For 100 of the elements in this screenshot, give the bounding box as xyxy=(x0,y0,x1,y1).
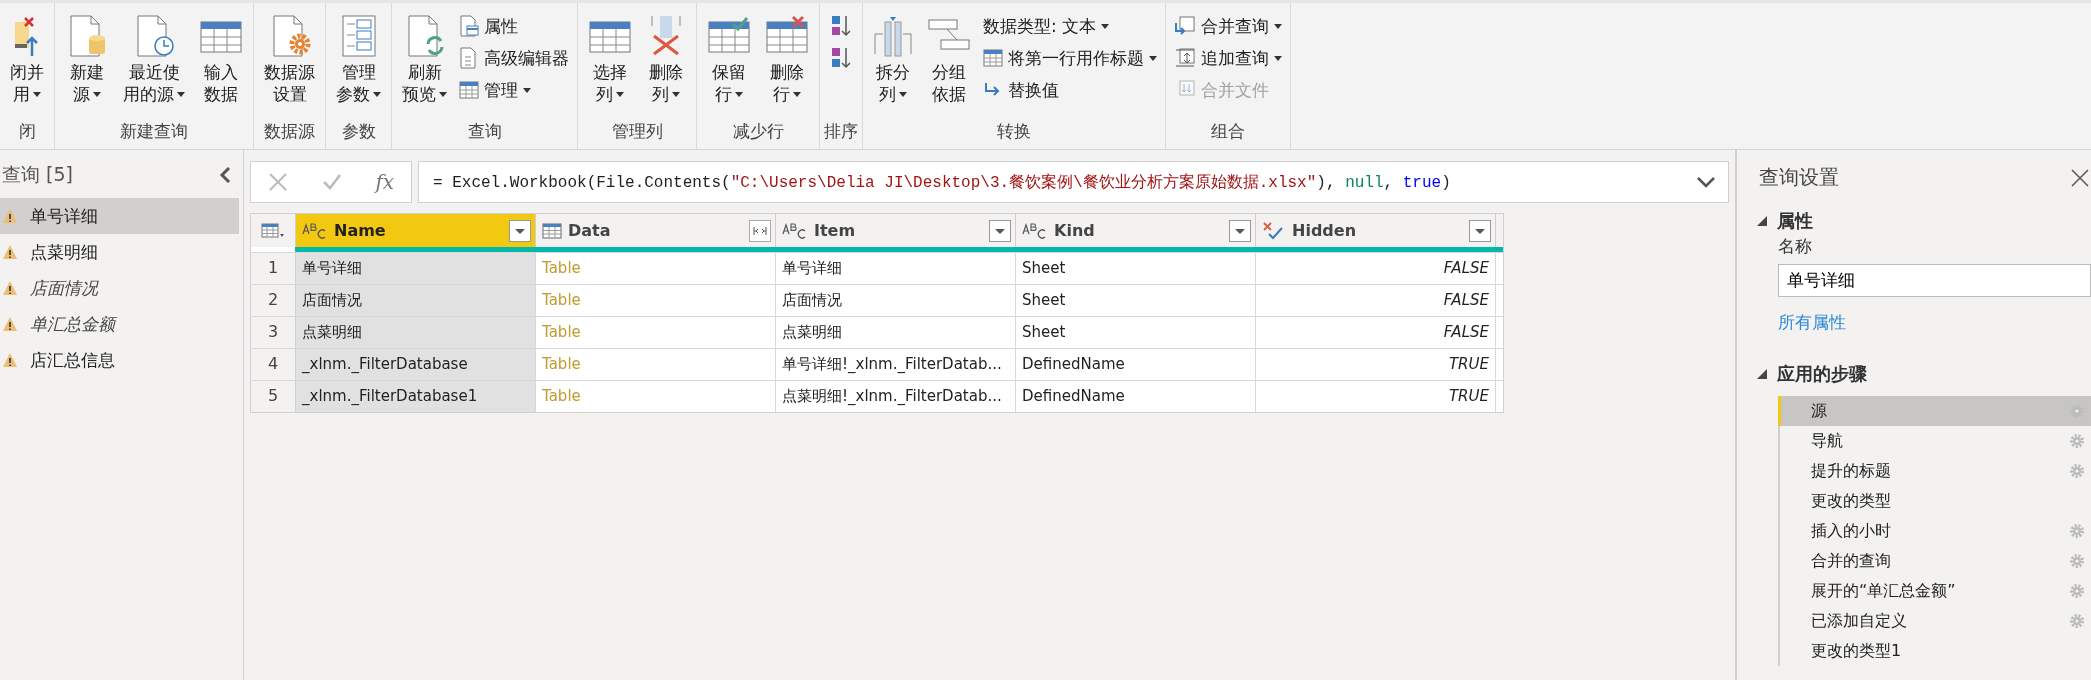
filter-dropdown-button[interactable] xyxy=(989,219,1011,242)
table-cell: Sheet xyxy=(1016,317,1256,348)
collapse-triangle-icon[interactable] xyxy=(1757,216,1767,226)
caret-icon xyxy=(1274,23,1282,29)
table-cell: Table xyxy=(536,285,776,316)
ribbon-button[interactable]: 保留 行 xyxy=(701,9,757,108)
applied-step[interactable]: 合并的查询 xyxy=(1778,546,2091,576)
table-icon xyxy=(261,222,285,239)
table-cell: 单号详细!_xlnm._FilterDatab... xyxy=(776,349,1016,380)
table-cell: DefinedName xyxy=(1016,381,1256,412)
table-cell: TRUE xyxy=(1256,381,1496,412)
name-input[interactable]: 单号详细 xyxy=(1778,264,2091,297)
ribbon-button[interactable]: 选择 列 xyxy=(582,9,638,108)
caret-icon xyxy=(33,92,41,98)
abc-type-icon xyxy=(782,221,808,240)
close-icon[interactable] xyxy=(2071,168,2089,187)
ribbon-button[interactable]: 合并查询 xyxy=(1170,11,1286,41)
ribbon-button[interactable]: 删除 行 xyxy=(759,9,815,108)
group-label: 新建查询 xyxy=(120,120,188,143)
fx-label[interactable]: fx xyxy=(375,170,395,194)
row-number: 3 xyxy=(251,317,296,348)
table-cell: 点菜明细 xyxy=(776,317,1016,348)
applied-step[interactable]: 已添加自定义 xyxy=(1778,606,2091,636)
warning-icon xyxy=(2,352,18,368)
table-cell: Table xyxy=(536,381,776,412)
ribbon-button[interactable]: 拆分 列 xyxy=(867,9,919,108)
ribbon-button[interactable]: 高级编辑器 xyxy=(455,43,573,73)
caret-icon xyxy=(373,92,381,98)
query-item[interactable]: 单汇总金额 xyxy=(0,306,239,342)
applied-step[interactable]: 源 xyxy=(1778,396,2091,426)
group-label: 排序 xyxy=(824,120,858,143)
expand-button[interactable] xyxy=(749,219,771,242)
applied-step[interactable]: 插入的小时 xyxy=(1778,516,2091,546)
filter-dropdown-button[interactable] xyxy=(1469,219,1491,242)
ribbon-button[interactable]: 将第一行用作标题 xyxy=(979,43,1161,73)
settings-title: 查询设置 xyxy=(1759,164,1839,191)
caret-icon xyxy=(523,87,531,93)
table-cell: DefinedName xyxy=(1016,349,1256,380)
query-item[interactable]: 点菜明细 xyxy=(0,234,239,270)
ribbon-button[interactable]: 追加查询 xyxy=(1170,43,1286,73)
group-label: 查询 xyxy=(467,120,502,143)
ribbon-button[interactable]: 刷新 预览 xyxy=(396,9,453,108)
row-number: 1 xyxy=(251,253,296,284)
caret-icon xyxy=(177,92,185,98)
append-icon xyxy=(1174,47,1196,69)
ribbon-button[interactable]: 管理 xyxy=(455,75,573,105)
table-cell: Table xyxy=(536,349,776,380)
applied-step[interactable]: 展开的“单汇总金额” xyxy=(1778,576,2091,606)
table-cell: TRUE xyxy=(1256,349,1496,380)
row-number: 5 xyxy=(251,381,296,412)
ribbon-button[interactable]: 新建 源 xyxy=(59,9,115,108)
query-item[interactable]: 店汇总信息 xyxy=(0,342,239,378)
formula-field[interactable]: = Excel.Workbook(File.Contents("C:\Users\Delia JI\Desktop\3.餐饮案例\餐饮业分析方案原始数据.xlsx"), null, true) xyxy=(418,161,1729,203)
ribbon-button[interactable]: 替换值 xyxy=(979,75,1161,105)
query-item[interactable]: 单号详细 xyxy=(0,198,239,234)
section-heading: 属性 xyxy=(1777,209,1813,233)
query-item[interactable]: 店面情况 xyxy=(0,270,239,306)
group-label: 转换 xyxy=(997,120,1031,143)
ribbon-button[interactable]: 输入 数据 xyxy=(193,9,249,108)
ribbon-button[interactable]: 最近使 用的源 xyxy=(117,9,191,108)
sort-descending-icon xyxy=(830,46,852,70)
name-label: 名称 xyxy=(1778,235,1812,258)
ribbon-button[interactable]: 属性 xyxy=(455,11,573,41)
applied-step[interactable]: 更改的类型 xyxy=(1778,486,2091,516)
ribbon-button[interactable]: 闭并 用 xyxy=(4,9,50,108)
applied-step[interactable]: 提升的标题 xyxy=(1778,456,2091,486)
column-header[interactable]: Name xyxy=(296,214,536,247)
table-cell: 单号详细 xyxy=(776,253,1016,284)
filter-dropdown-button[interactable] xyxy=(509,219,531,242)
ribbon-button[interactable]: 数据源 设置 xyxy=(258,9,321,108)
check-icon[interactable] xyxy=(321,172,342,192)
cross-check-type-icon xyxy=(1262,220,1286,241)
table-cell: 单号详细 xyxy=(296,253,536,284)
ribbon-button[interactable]: 分组 依据 xyxy=(921,9,977,108)
caret-icon xyxy=(1149,55,1157,61)
row-number: 2 xyxy=(251,285,296,316)
caret-icon xyxy=(616,92,624,98)
collapse-triangle-icon[interactable] xyxy=(1757,369,1767,379)
ribbon-button[interactable]: 管理 参数 xyxy=(330,9,387,108)
properties-icon xyxy=(459,15,479,37)
queries-title: 查询 [5] xyxy=(2,162,73,187)
table-cell: 店面情况 xyxy=(296,285,536,316)
chevron-down-icon[interactable] xyxy=(1696,176,1716,188)
filter-dropdown-button[interactable] xyxy=(1229,219,1251,242)
caret-icon xyxy=(735,92,743,98)
collapse-icon[interactable] xyxy=(219,166,231,184)
ribbon-button[interactable]: 数据类型: 文本 xyxy=(979,11,1161,41)
table-type-icon xyxy=(542,221,562,240)
applied-step[interactable]: 导航 xyxy=(1778,426,2091,456)
group-label: 参数 xyxy=(341,120,376,143)
warning-icon xyxy=(2,244,18,260)
ribbon-button[interactable]: 删除 列 xyxy=(640,9,692,108)
table-cell: FALSE xyxy=(1256,317,1496,348)
table-cell: Sheet xyxy=(1016,285,1256,316)
section-heading: 应用的步骤 xyxy=(1777,362,1867,386)
table-icon xyxy=(459,81,479,99)
group-label: 组合 xyxy=(1211,120,1245,143)
table-cell: 点菜明细!_xlnm._FilterDatab... xyxy=(776,381,1016,412)
split-column-icon xyxy=(873,14,913,58)
applied-step[interactable]: 更改的类型1 xyxy=(1778,636,2091,666)
